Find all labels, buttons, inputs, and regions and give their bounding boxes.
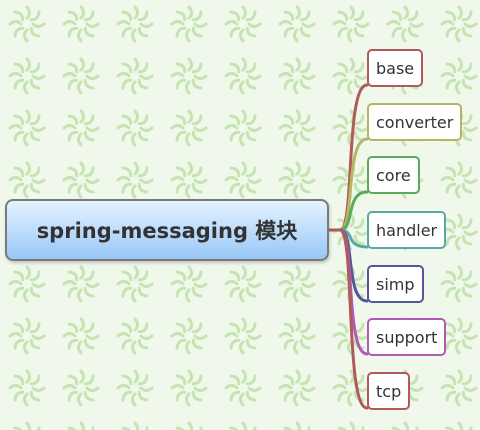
topic-handler[interactable]: handler xyxy=(367,211,447,249)
topic-tcp-label: tcp xyxy=(376,381,402,401)
topic-handler-label: handler xyxy=(376,220,438,240)
topic-tcp[interactable]: tcp xyxy=(367,372,411,410)
connector-tcp xyxy=(327,228,369,410)
topic-base[interactable]: base xyxy=(367,49,424,87)
topic-core[interactable]: core xyxy=(367,156,420,194)
central-topic-label: spring-messaging 模块 xyxy=(36,219,298,243)
topic-simp[interactable]: simp xyxy=(367,265,424,303)
topic-base-label: base xyxy=(376,58,415,78)
topic-converter[interactable]: converter xyxy=(367,103,463,141)
topic-simp-label: simp xyxy=(376,274,415,294)
topic-support[interactable]: support xyxy=(367,318,447,356)
topic-converter-label: converter xyxy=(376,112,454,132)
central-topic[interactable]: spring-messaging 模块 xyxy=(5,199,329,261)
connector-support xyxy=(327,228,369,356)
topic-support-label: support xyxy=(376,327,438,347)
topic-core-label: core xyxy=(376,165,411,185)
